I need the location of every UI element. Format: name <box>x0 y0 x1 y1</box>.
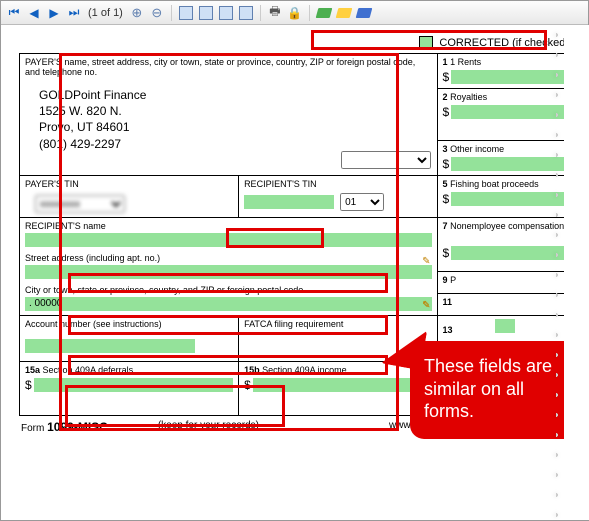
separator <box>171 5 172 21</box>
print-button[interactable]: 🖶 <box>266 4 284 22</box>
view4-icon <box>239 6 253 20</box>
separator <box>309 5 310 21</box>
payer-tin-label: PAYER'S TIN <box>25 179 233 189</box>
tag-yellow-icon <box>336 8 353 18</box>
city-label: City or town, state or province, country… <box>25 285 432 295</box>
document-area: CORRECTED (if checked) PAYER'S name, str… <box>1 25 588 520</box>
box9-label: 9 P <box>443 275 457 285</box>
box2-label: 2 Royalties <box>443 92 488 102</box>
corrected-checkbox[interactable] <box>419 36 433 50</box>
payer-tin-select[interactable]: xxxxxxxx <box>35 195 125 213</box>
street-field[interactable] <box>25 265 432 279</box>
torn-edge <box>564 25 589 520</box>
viewer-toolbar: ⏮ ◀ ▶ ⏭ (1 of 1) ⊕ ⊖ 🖶 🔒 <box>1 1 588 25</box>
recip-tin-type-select[interactable]: 01 <box>340 193 384 211</box>
box15a-label: 15a Section 409A deferrals <box>25 365 133 375</box>
view-mode-2[interactable] <box>197 4 215 22</box>
street-label: Street address (including apt. no.) <box>25 253 432 263</box>
first-icon: ⏮ <box>9 5 20 20</box>
payer-name: GOLDPoint Finance <box>39 87 432 103</box>
tag-green-icon <box>316 8 333 18</box>
dollar-sign: $ <box>443 70 450 84</box>
recip-tin-label: RECIPIENT'S TIN <box>244 179 431 189</box>
view-mode-1[interactable] <box>177 4 195 22</box>
acct-field[interactable] <box>25 339 195 353</box>
acct-label: Account number (see instructions) <box>25 319 233 329</box>
last-page-button[interactable]: ⏭ <box>65 4 83 22</box>
prev-icon: ◀ <box>29 6 38 20</box>
payer-select[interactable] <box>341 151 431 169</box>
box15b-field[interactable] <box>253 378 432 392</box>
lock-button[interactable]: 🔒 <box>286 4 304 22</box>
payer-heading: PAYER'S name, street address, city or to… <box>25 57 432 77</box>
payer-phone: (801) 429-2297 <box>39 136 432 152</box>
next-page-button[interactable]: ▶ <box>45 4 63 22</box>
box13-label: 13 <box>443 325 453 335</box>
view2-icon <box>199 6 213 20</box>
box1-label: 1 1 Rents <box>443 57 482 67</box>
box5-label: 5 Fishing boat proceeds <box>443 179 539 189</box>
zoom-in-button[interactable]: ⊕ <box>128 4 146 22</box>
box15a-field[interactable] <box>34 378 233 392</box>
payer-addr1: 1525 W. 820 N. <box>39 103 432 119</box>
recip-tin-field[interactable] <box>244 195 334 209</box>
last-icon: ⏭ <box>69 5 80 20</box>
view1-icon <box>179 6 193 20</box>
recip-name-label: RECIPIENT'S name <box>25 221 432 231</box>
tag-yellow-button[interactable] <box>335 4 353 22</box>
page-indicator: (1 of 1) <box>85 7 126 19</box>
view-mode-4[interactable] <box>237 4 255 22</box>
first-page-button[interactable]: ⏮ <box>5 4 23 22</box>
view-mode-3[interactable] <box>217 4 235 22</box>
next-icon: ▶ <box>49 6 58 20</box>
box3-label: 3 Other income <box>443 144 505 154</box>
box13-field[interactable] <box>495 319 515 333</box>
view3-icon <box>219 6 233 20</box>
tag-blue-icon <box>356 8 373 18</box>
box7-label: 7 Nonemployee compensation <box>443 221 565 231</box>
zoom-in-icon: ⊕ <box>131 5 142 21</box>
annotation-callout: These fields are similar on all forms. <box>410 341 580 439</box>
recip-name-field[interactable] <box>25 233 432 247</box>
city-field[interactable]: . 00000 <box>25 297 432 311</box>
separator <box>260 5 261 21</box>
prev-page-button[interactable]: ◀ <box>25 4 43 22</box>
box11-label: 11 <box>443 297 453 307</box>
payer-addr2: Provo, UT 84601 <box>39 119 432 135</box>
zoom-out-icon: ⊖ <box>151 5 162 21</box>
corrected-label: CORRECTED (if checked) <box>439 37 569 49</box>
tag-green-button[interactable] <box>315 4 333 22</box>
tag-blue-button[interactable] <box>355 4 373 22</box>
lock-icon: 🔒 <box>287 6 302 20</box>
box15b-label: 15b Section 409A income <box>244 365 347 375</box>
print-icon: 🖶 <box>269 2 280 23</box>
zoom-out-button[interactable]: ⊖ <box>148 4 166 22</box>
